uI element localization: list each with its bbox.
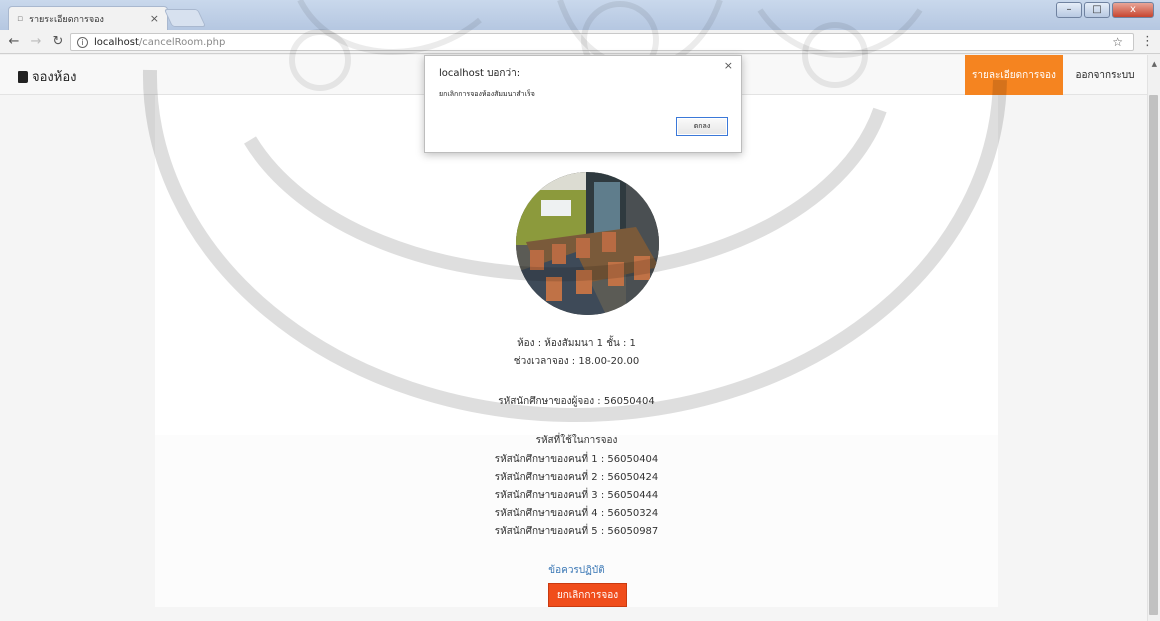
time-slot-info: ช่วงเวลาจอง : 18.00-20.00: [513, 356, 640, 367]
cancel-booking-button[interactable]: ยกเลิกการจอง: [548, 583, 627, 607]
info-icon[interactable]: i: [77, 36, 88, 48]
member-id-1: รหัสนักศึกษาของคนที่ 1 : 56050404: [494, 454, 659, 465]
dialog-title: localhost บอกว่า:: [439, 68, 521, 79]
nav-booking-detail-link[interactable]: รายละเอียดการจอง: [965, 55, 1063, 95]
alert-dialog: localhost บอกว่า: × ยกเลิกการจองห้องสัมม…: [424, 55, 742, 153]
tab-close-icon[interactable]: ×: [150, 12, 159, 25]
room-photo: [516, 172, 659, 315]
codes-heading: รหัสที่ใช้ในการจอง: [535, 435, 618, 446]
scroll-up-arrow-icon[interactable]: ▲: [1152, 60, 1157, 68]
browser-toolbar: ← → ↻ i localhost/cancelRoom.php ☆: [0, 30, 1160, 54]
new-tab-button[interactable]: [163, 9, 207, 27]
minimize-button[interactable]: –: [1056, 2, 1082, 18]
forward-arrow-icon[interactable]: →: [28, 34, 44, 49]
browser-titlebar: ▫ รายระเอียดการจอง × – □ x: [0, 0, 1160, 30]
browser-tab[interactable]: ▫ รายระเอียดการจอง ×: [8, 6, 168, 30]
address-bar[interactable]: i localhost/cancelRoom.php ☆: [70, 33, 1134, 51]
rules-link[interactable]: ข้อควรปฏิบัติ: [548, 565, 604, 576]
url-host: localhost: [94, 36, 139, 48]
booker-id-info: รหัสนักศึกษาของผู้จอง : 56050404: [498, 396, 655, 407]
tab-title: รายระเอียดการจอง: [29, 14, 104, 25]
page-favicon-icon: ▫: [17, 13, 24, 24]
url-path: /cancelRoom.php: [138, 36, 226, 48]
menu-icon[interactable]: ⋮: [1141, 34, 1154, 49]
member-id-3: รหัสนักศึกษาของคนที่ 3 : 56050444: [494, 490, 659, 501]
dialog-message: ยกเลิกการจองห้องสัมมนาสำเร็จ: [439, 90, 535, 98]
back-arrow-icon[interactable]: ←: [6, 34, 22, 49]
book-icon: [18, 70, 28, 83]
star-icon[interactable]: ☆: [1112, 35, 1123, 49]
scrollbar-thumb[interactable]: [1149, 95, 1158, 615]
booking-card: ห้อง : ห้องสัมมนา 1 ชั้น : 1 ช่วงเวลาจอง…: [155, 95, 998, 607]
member-id-4: รหัสนักศึกษาของคนที่ 4 : 56050324: [494, 508, 659, 519]
nav-logout-link[interactable]: ออกจากระบบ: [1063, 55, 1147, 95]
dialog-ok-button[interactable]: ตกลง: [676, 117, 728, 136]
dialog-close-icon[interactable]: ×: [724, 59, 733, 72]
maximize-button[interactable]: □: [1084, 2, 1110, 18]
member-id-5: รหัสนักศึกษาของคนที่ 5 : 56050987: [494, 526, 659, 537]
reload-icon[interactable]: ↻: [50, 34, 66, 49]
window-controls: – □ x: [1056, 2, 1154, 18]
brand-link[interactable]: จองห้อง: [18, 66, 77, 87]
brand-label: จองห้อง: [32, 70, 77, 85]
member-id-2: รหัสนักศึกษาของคนที่ 2 : 56050424: [494, 472, 659, 483]
room-info: ห้อง : ห้องสัมมนา 1 ชั้น : 1: [517, 338, 636, 349]
window-close-button[interactable]: x: [1112, 2, 1154, 18]
